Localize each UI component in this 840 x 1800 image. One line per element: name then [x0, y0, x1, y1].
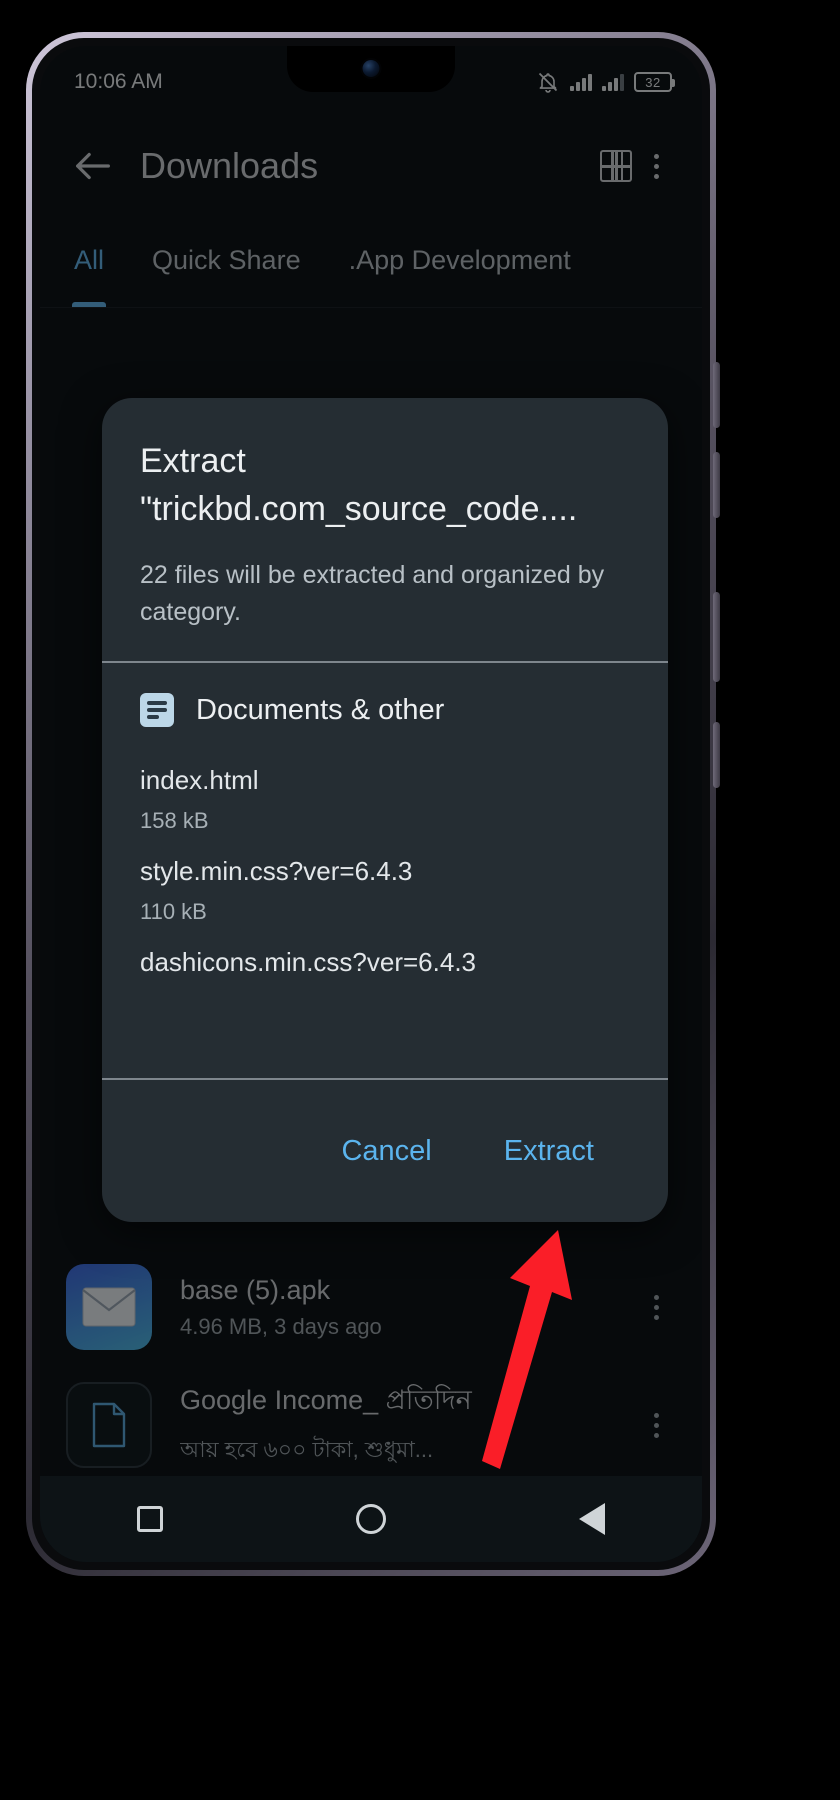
phone-screen: 10:06 AM 32 Downloads All Quick Share .A…: [40, 46, 702, 1562]
file-name: index.html: [140, 765, 259, 796]
file-size: 158 kB: [140, 808, 209, 834]
assistant-key[interactable]: [713, 722, 720, 788]
navigation-bar: [40, 1476, 702, 1562]
dialog-message: 22 files will be extracted and organized…: [140, 561, 605, 627]
square-recents-icon[interactable]: [136, 1506, 163, 1532]
phone-frame: 10:06 AM 32 Downloads All Quick Share .A…: [26, 32, 720, 1576]
cancel-button[interactable]: Cancel: [313, 1119, 459, 1184]
power-key[interactable]: [713, 592, 720, 682]
volume-down-key[interactable]: [713, 452, 720, 518]
dialog-header: Extract "trickbd.com_source_code.... 22 …: [102, 398, 668, 661]
extract-dialog: Extract "trickbd.com_source_code.... 22 …: [102, 398, 668, 1222]
list-item: dashicons.min.css?ver=6.4.3: [140, 931, 630, 984]
list-item: style.min.css?ver=6.4.3 110 kB: [140, 840, 630, 931]
dialog-filename: "trickbd.com_source_code....: [140, 489, 578, 528]
category-header: Documents & other: [140, 663, 630, 749]
list-item: index.html 158 kB: [140, 749, 630, 840]
dialog-actions: Cancel Extract: [102, 1080, 668, 1222]
triangle-back-icon[interactable]: [579, 1503, 606, 1535]
extract-button[interactable]: Extract: [476, 1119, 622, 1184]
file-name: dashicons.min.css?ver=6.4.3: [140, 947, 477, 978]
document-icon: [140, 693, 174, 728]
dialog-file-list[interactable]: Documents & other index.html 158 kB styl…: [102, 663, 668, 1078]
phone-bezel: 10:06 AM 32 Downloads All Quick Share .A…: [32, 38, 710, 1570]
volume-up-key[interactable]: [713, 362, 720, 428]
dialog-divider-bottom: [102, 1078, 668, 1080]
file-name: style.min.css?ver=6.4.3: [140, 856, 413, 887]
category-title: Documents & other: [196, 693, 445, 726]
circle-home-icon[interactable]: [355, 1504, 386, 1534]
annotation-arrow: [482, 1230, 572, 1469]
dialog-title: Extract: [140, 442, 246, 480]
file-size: 110 kB: [140, 899, 207, 925]
